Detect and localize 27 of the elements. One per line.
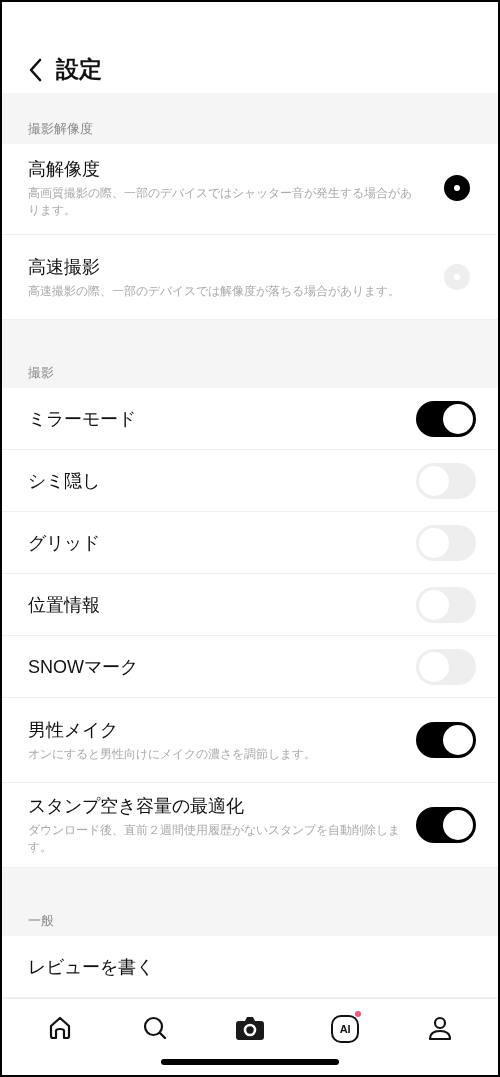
section-header: 撮影解像度	[28, 120, 93, 139]
setting-label: レビューを書く	[28, 955, 154, 979]
setting-description: 高速撮影の際、一部のデバイスでは解像度が落ちる場合があります。	[28, 282, 400, 300]
setting-label: スタンプ空き容量の最適化	[28, 795, 245, 819]
radio-button[interactable]	[444, 175, 470, 202]
setting-description: 高画質撮影の際、一部のデバイスではシャッター音が発生する場合があります。	[28, 185, 413, 219]
page-title: 設定	[56, 55, 102, 85]
setting-label: 高解像度	[28, 158, 101, 182]
setting-label: シミ隠し	[28, 469, 100, 493]
setting-label: SNOWマーク	[28, 655, 138, 679]
search-icon[interactable]	[141, 1015, 168, 1042]
toggle-switch[interactable]	[416, 722, 476, 759]
setting-description: ダウンロード後、直前２週間使用履歴がないスタンプを自動削除します。	[28, 822, 401, 856]
back-icon[interactable]	[28, 57, 42, 82]
setting-label: 男性メイク	[28, 718, 119, 742]
setting-label: ミラーモード	[28, 407, 136, 431]
section-header: 一般	[28, 912, 54, 931]
toggle-switch[interactable]	[416, 807, 476, 844]
toggle-switch[interactable]	[416, 400, 476, 437]
camera-icon[interactable]	[234, 1015, 265, 1042]
setting-description: オンにすると男性向けにメイクの濃さを調節します。	[28, 745, 316, 763]
setting-label: グリッド	[28, 531, 100, 555]
setting-label: 高速撮影	[28, 255, 101, 279]
ai-icon[interactable]: AI	[331, 1015, 360, 1044]
profile-icon[interactable]	[427, 1015, 454, 1042]
section-header: 撮影	[28, 364, 54, 383]
setting-label: 位置情報	[28, 593, 100, 617]
